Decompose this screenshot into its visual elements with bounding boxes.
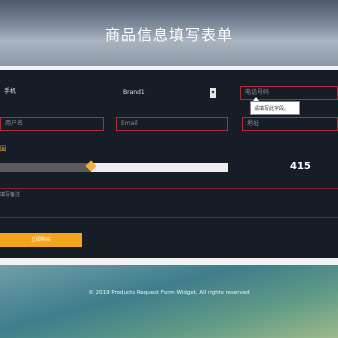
range-label: 围 — [0, 146, 7, 153]
slider-value: 415 — [290, 161, 311, 172]
chevron-down-icon[interactable]: ▾ — [210, 88, 216, 98]
page-title: 商品信息填写表单 — [104, 26, 233, 44]
address-field[interactable]: 地址 — [242, 117, 338, 131]
validation-tooltip: 请填写此字段。 — [250, 101, 300, 115]
slider-fill — [0, 163, 92, 172]
footer-copyright: © 2019 Products Request Form Widget. All… — [88, 290, 250, 296]
price-slider[interactable] — [0, 160, 228, 172]
product-field[interactable]: 手机 — [0, 86, 104, 100]
notes-placeholder: 填写备注 — [0, 192, 21, 198]
email-field[interactable]: Email — [116, 117, 228, 131]
footer — [0, 265, 338, 338]
submit-button[interactable]: 立即购买 — [0, 233, 82, 247]
notes-textarea[interactable]: 填写备注 — [0, 188, 338, 218]
brand-select-value: Brand1 — [123, 89, 145, 96]
header-banner: 商品信息填写表单 — [0, 0, 338, 66]
name-field[interactable]: 用户名 — [0, 117, 104, 131]
brand-select[interactable]: Brand1 ▾ — [120, 86, 218, 100]
